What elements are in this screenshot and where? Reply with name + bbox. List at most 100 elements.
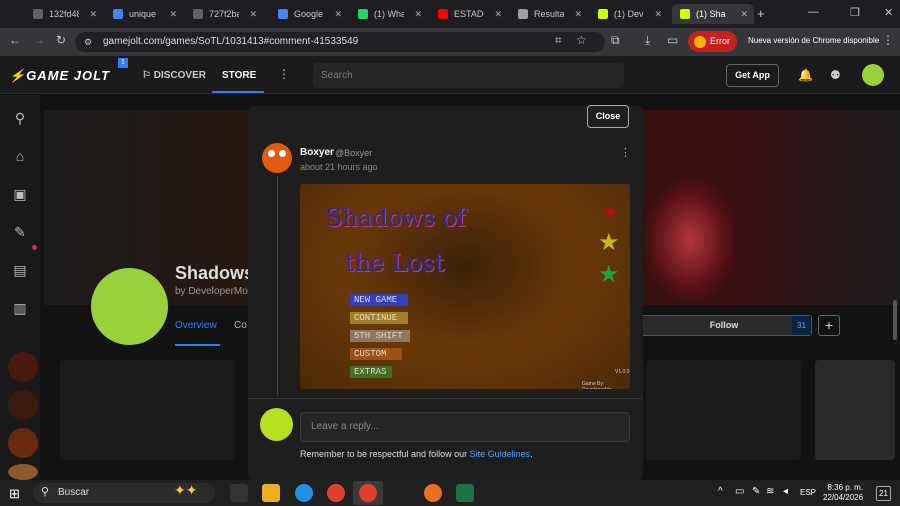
chrome-update-notice[interactable]: Nueva versión de Chrome disponible (748, 36, 879, 45)
comment-options-icon[interactable]: ⋮ (620, 146, 631, 159)
reload-icon[interactable]: ↻ (56, 33, 66, 47)
get-app-button[interactable]: Get App (726, 64, 779, 87)
volume-icon[interactable]: ◂ (783, 486, 788, 497)
close-window-button[interactable]: ✕ (884, 6, 893, 19)
sidebar-library-icon[interactable]: ▥ (10, 300, 30, 320)
notification-center-badge[interactable]: 21 (876, 486, 891, 501)
banner-character-art (645, 180, 735, 300)
friends-icon[interactable]: ⚉ (830, 68, 841, 82)
media-thumbnail[interactable] (60, 360, 235, 460)
reply-divider (248, 398, 643, 399)
minimize-button[interactable]: — (808, 6, 819, 18)
game-developer[interactable]: by DeveloperMo (175, 286, 248, 297)
forward-icon[interactable]: → (33, 33, 45, 47)
edge-icon[interactable] (295, 484, 313, 502)
reply-input[interactable]: Leave a reply... (300, 412, 630, 442)
extensions-icon[interactable]: ⧉ (611, 33, 620, 48)
split-view-icon[interactable]: ▭ (667, 33, 678, 47)
notifications-bell-icon[interactable]: 🔔 (798, 68, 813, 82)
sidebar-inventory-icon[interactable]: ▣ (10, 186, 30, 206)
menu-option: EXTRAS (350, 366, 392, 378)
battery-icon[interactable]: ▭ (735, 486, 744, 497)
task-view-icon[interactable] (230, 484, 248, 502)
tab-overview[interactable]: Overview (175, 320, 217, 331)
comment-author-avatar[interactable] (262, 143, 292, 173)
tab-close-icon[interactable]: ✕ (414, 9, 422, 20)
sidebar-chat-icon[interactable]: ▤ (10, 262, 30, 282)
menu-option: CONTINUE (350, 312, 408, 324)
blender-icon[interactable] (424, 484, 442, 502)
tab-label: Resultad (534, 9, 564, 19)
sidebar-store-icon[interactable]: ⌂ (10, 148, 30, 168)
tab-favicon-icon (598, 9, 608, 19)
sidebar-quests-icon[interactable]: ✎ (10, 224, 30, 244)
pen-icon[interactable]: ✎ (752, 486, 760, 497)
nav-more-icon[interactable]: ⋮ (278, 67, 290, 81)
tab-favicon-icon (680, 9, 690, 19)
new-tab-button[interactable]: + (757, 6, 765, 21)
comment-author-handle[interactable]: @Boxyer (335, 148, 372, 158)
bookmark-star-icon[interactable]: ☆ (576, 33, 587, 47)
chrome-icon[interactable] (327, 484, 345, 502)
browser-tab[interactable]: (1) Whats ✕ (350, 4, 428, 24)
site-search-input[interactable]: Search (313, 63, 624, 88)
browser-tab[interactable]: ESTADO L ✕ (430, 4, 508, 24)
translate-icon[interactable]: ⌗ (555, 33, 562, 48)
browser-tab[interactable]: (1) Shado ✕ (672, 4, 754, 24)
add-to-playlist-button[interactable]: + (818, 315, 840, 336)
back-icon[interactable]: ← (9, 33, 21, 47)
browser-tab[interactable]: 727f2ba5 ✕ (185, 4, 263, 24)
nav-discover[interactable]: ⚐ DISCOVER (142, 70, 206, 81)
tab-close-icon[interactable]: ✕ (89, 9, 97, 20)
sidebar-community-avatar[interactable] (8, 352, 38, 382)
page-scrollbar[interactable] (893, 300, 897, 340)
excel-icon[interactable] (456, 484, 474, 502)
tab-favicon-icon (518, 9, 528, 19)
browser-tab[interactable]: 132fd484 ✕ (25, 4, 103, 24)
tab-overview-indicator (175, 344, 220, 346)
comment-author-name[interactable]: Boxyer (300, 147, 334, 158)
media-thumbnail[interactable] (815, 360, 895, 460)
tab-close-icon[interactable]: ✕ (740, 9, 748, 20)
comment-image[interactable]: Shadows of the Lost ★ ★ ★ NEW GAME CONTI… (300, 184, 630, 389)
comment-timestamp[interactable]: about 21 hours ago (300, 162, 378, 172)
game-thumbnail-avatar[interactable] (91, 268, 168, 345)
maximize-button[interactable]: ❐ (850, 6, 860, 19)
tab-close-icon[interactable]: ✕ (494, 9, 502, 20)
close-button[interactable]: Close (587, 105, 629, 128)
gamejolt-logo[interactable]: ⚡GAME JOLT (9, 68, 110, 84)
tab-close-icon[interactable]: ✕ (249, 9, 257, 20)
sidebar-community-avatar[interactable] (8, 428, 38, 458)
menu-option: NEW GAME (350, 294, 408, 306)
browser-tab[interactable]: Google T ✕ (270, 4, 348, 24)
browser-tab[interactable]: unique to ✕ (105, 4, 183, 24)
tab-close-icon[interactable]: ✕ (334, 9, 342, 20)
chrome-menu-icon[interactable]: ⋮ (882, 33, 894, 47)
tray-overflow-icon[interactable]: ^ (718, 486, 723, 497)
download-icon[interactable]: ⤓ (645, 33, 650, 48)
windows-start-icon[interactable]: ⊞ (9, 486, 20, 502)
address-bar[interactable]: gamejolt.com/games/SoTL/1031413#comment-… (75, 32, 605, 52)
file-explorer-icon[interactable] (262, 484, 280, 502)
tab-comments[interactable]: Co (234, 320, 247, 331)
sidebar-community-avatar[interactable] (8, 464, 38, 480)
follow-button[interactable]: Follow (636, 315, 812, 336)
browser-tab[interactable]: Resultad ✕ (510, 4, 588, 24)
site-guidelines-link[interactable]: Site Guidelines (470, 449, 531, 459)
sidebar-discover-icon[interactable]: ⚲ (10, 110, 30, 130)
user-avatar[interactable] (862, 64, 884, 86)
media-thumbnail[interactable] (646, 360, 801, 460)
tab-close-icon[interactable]: ✕ (574, 9, 582, 20)
tab-close-icon[interactable]: ✕ (654, 9, 662, 20)
browser-tab[interactable]: (1) Devel ✕ (590, 4, 668, 24)
sidebar-alert-dot (32, 245, 37, 250)
nav-store[interactable]: STORE (222, 70, 256, 81)
tab-close-icon[interactable]: ✕ (169, 9, 177, 20)
chrome-active-icon[interactable] (359, 484, 377, 502)
copilot-sparkle-icon[interactable]: ✦✦ (174, 482, 197, 499)
wifi-icon[interactable]: ≋ (766, 486, 774, 497)
sidebar-community-avatar[interactable] (8, 390, 38, 420)
site-info-icon[interactable]: ⚙ (84, 37, 92, 48)
taskbar-clock[interactable]: 8:36 p. m. 22/04/2026 (823, 483, 863, 503)
language-indicator[interactable]: ESP (800, 488, 816, 497)
